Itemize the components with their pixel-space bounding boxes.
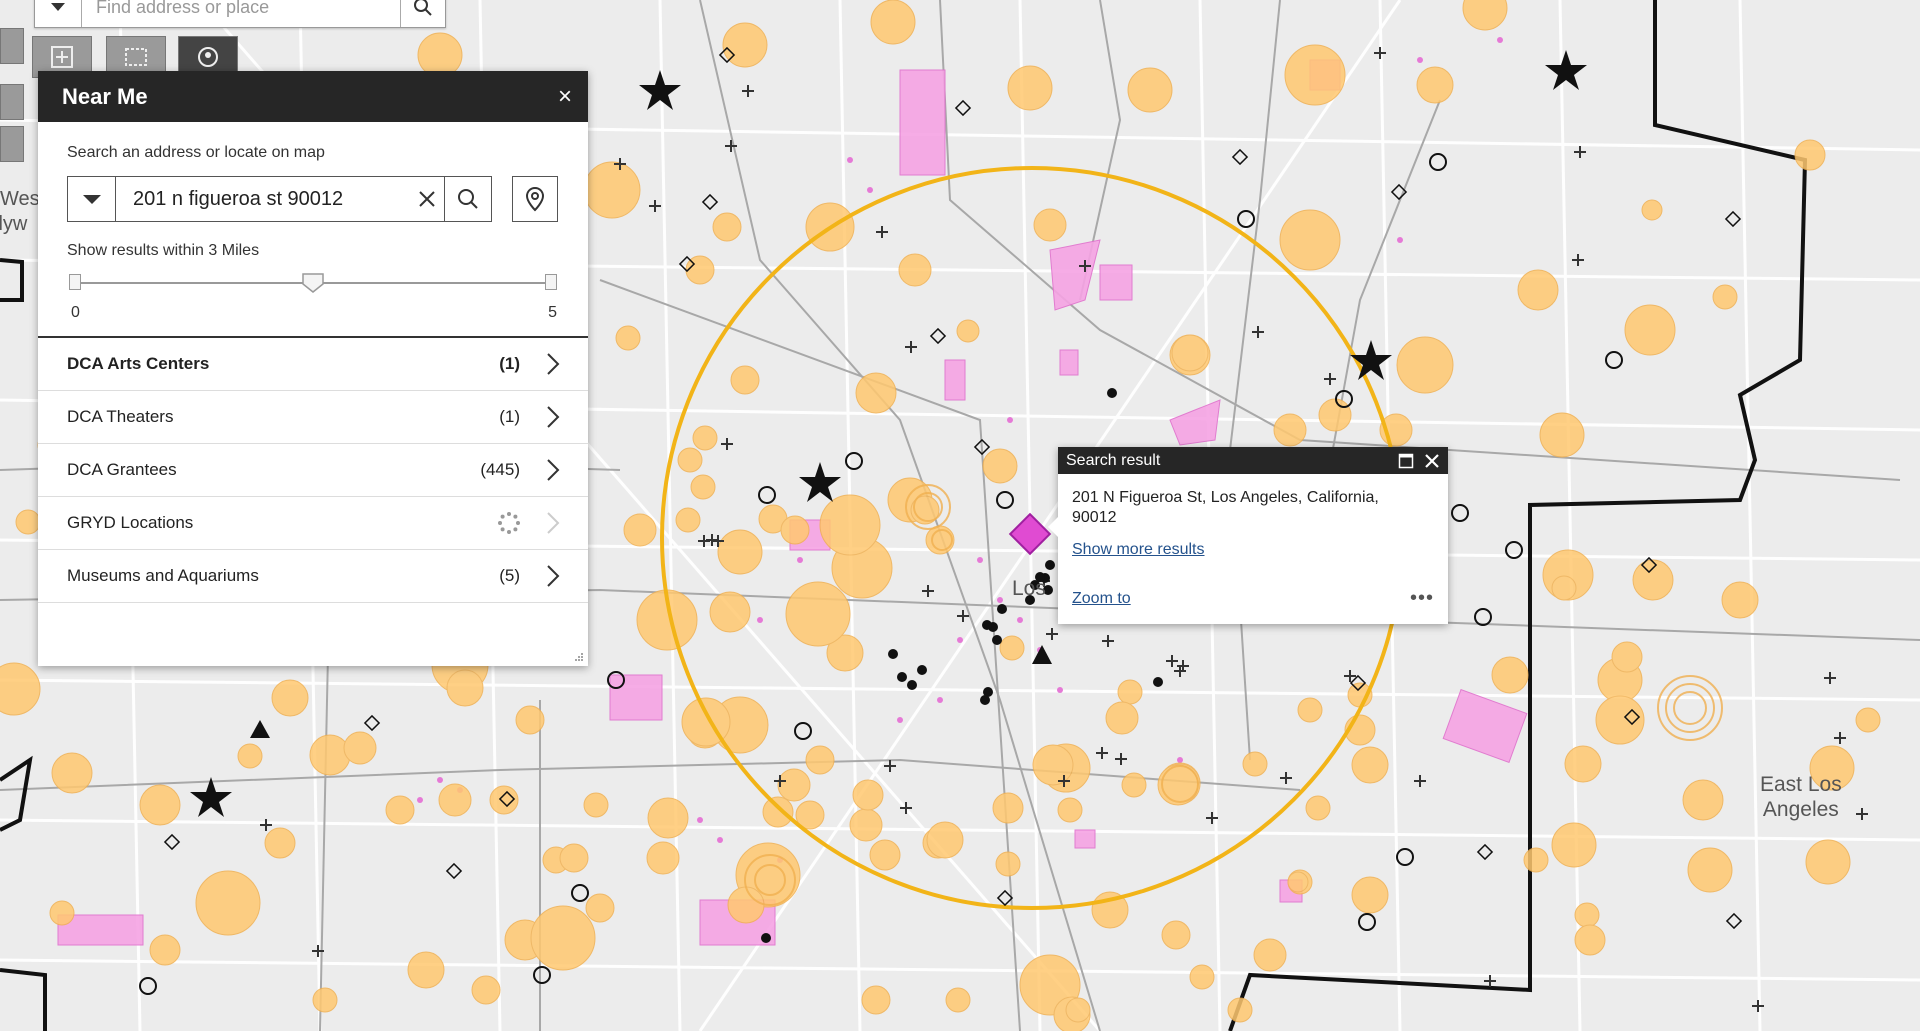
panel-title: Near Me xyxy=(62,83,148,109)
search-result-popup: Search result 201 N Figueroa St, Los Ang… xyxy=(1048,447,1448,624)
resize-handle-icon[interactable] xyxy=(574,652,584,662)
add-layer-icon xyxy=(51,46,73,68)
side-tool-button-2[interactable] xyxy=(0,84,24,120)
near-me-panel: Near Me × Search an address or locate on… xyxy=(38,71,588,666)
panel-header: Near Me × xyxy=(38,71,588,122)
zoom-to-link[interactable]: Zoom to xyxy=(1072,590,1131,608)
result-item-label: DCA Grantees xyxy=(67,460,177,479)
close-icon[interactable]: × xyxy=(558,83,572,111)
popup-footer: Zoom to ••• xyxy=(1072,587,1434,610)
slider-max-label: 5 xyxy=(548,304,557,321)
distance-slider[interactable] xyxy=(67,266,559,300)
address-search-input[interactable]: 201 n figueroa st 90012 xyxy=(116,188,410,211)
close-icon[interactable] xyxy=(1424,453,1440,469)
map-search-input[interactable]: Find address or place xyxy=(82,0,400,18)
map-label-east-la-line2: Angeles xyxy=(1762,798,1839,821)
map-pin-icon xyxy=(525,186,545,212)
result-item-label: GRYD Locations xyxy=(67,513,194,532)
panel-body: Search an address or locate on map 201 n… xyxy=(38,122,588,322)
result-item-dca-arts-centers[interactable]: DCA Arts Centers (1) xyxy=(38,338,588,391)
map-search-button[interactable] xyxy=(400,0,445,27)
result-layer-list: DCA Arts Centers (1) DCA Theaters (1) DC… xyxy=(38,338,588,603)
result-item-dca-theaters[interactable]: DCA Theaters (1) xyxy=(38,391,588,444)
popup-address-line2: 90012 xyxy=(1072,509,1117,526)
locate-on-map-button[interactable] xyxy=(512,176,558,222)
search-source-dropdown[interactable] xyxy=(35,0,82,27)
map-label-wes: Wes xyxy=(0,188,40,210)
chevron-right-icon xyxy=(547,565,560,587)
result-item-museums-and-aquariums[interactable]: Museums and Aquariums (5) xyxy=(38,550,588,603)
map-label-los: Los xyxy=(1012,577,1046,600)
result-item-dca-grantees[interactable]: DCA Grantees (445) xyxy=(38,444,588,497)
result-item-count: (5) xyxy=(499,566,520,585)
result-item-label: DCA Arts Centers xyxy=(67,354,210,373)
map-label-lyw: llyw xyxy=(0,213,28,235)
chevron-right-icon xyxy=(547,353,560,375)
search-icon xyxy=(458,189,478,209)
slider-labels: 0 5 xyxy=(67,304,559,322)
more-actions-icon[interactable]: ••• xyxy=(1410,587,1434,610)
result-item-count: (445) xyxy=(480,460,520,479)
result-item-gryd-locations[interactable]: GRYD Locations xyxy=(38,497,588,550)
clear-search-button[interactable] xyxy=(410,190,444,208)
popup-pointer xyxy=(1048,517,1058,537)
slider-min-label: 0 xyxy=(71,304,80,321)
address-search-button[interactable] xyxy=(444,177,491,221)
slider-max-handle[interactable] xyxy=(545,274,557,290)
popup-body: 201 N Figueroa St, Los Angeles, Californ… xyxy=(1058,474,1448,560)
search-row: 201 n figueroa st 90012 xyxy=(67,176,559,222)
search-hint: Search an address or locate on map xyxy=(67,144,325,161)
address-search-box: 201 n figueroa st 90012 xyxy=(67,176,492,222)
chevron-right-icon xyxy=(547,512,560,534)
result-item-count: (1) xyxy=(499,407,520,426)
result-item-label: DCA Theaters xyxy=(67,407,174,426)
near-me-icon xyxy=(198,47,218,67)
chevron-down-icon[interactable] xyxy=(68,177,116,221)
maximize-icon[interactable] xyxy=(1398,453,1414,469)
result-item-count: (1) xyxy=(499,354,520,373)
close-icon xyxy=(419,191,435,207)
select-icon xyxy=(125,48,147,66)
side-tool-button-1[interactable] xyxy=(0,28,24,64)
search-icon xyxy=(414,0,432,16)
distance-label: Show results within 3 Miles xyxy=(67,242,260,259)
popup-title: Search result xyxy=(1066,451,1161,469)
slider-thumb[interactable] xyxy=(301,272,325,294)
map-search-widget[interactable]: Find address or place xyxy=(34,0,446,28)
chevron-right-icon xyxy=(547,459,560,481)
side-tool-button-3[interactable] xyxy=(0,126,24,162)
slider-min-handle[interactable] xyxy=(69,274,81,290)
map-label-east-la: East Los Angeles xyxy=(1760,772,1842,822)
show-more-results-link[interactable]: Show more results xyxy=(1072,541,1205,558)
loading-spinner-icon xyxy=(498,512,520,534)
result-item-label: Museums and Aquariums xyxy=(67,566,259,585)
map-label-east-la-line1: East Los xyxy=(1760,773,1842,796)
popup-header: Search result xyxy=(1058,447,1448,474)
chevron-right-icon xyxy=(547,406,560,428)
popup-address-line1: 201 N Figueroa St, Los Angeles, Californ… xyxy=(1072,489,1379,506)
